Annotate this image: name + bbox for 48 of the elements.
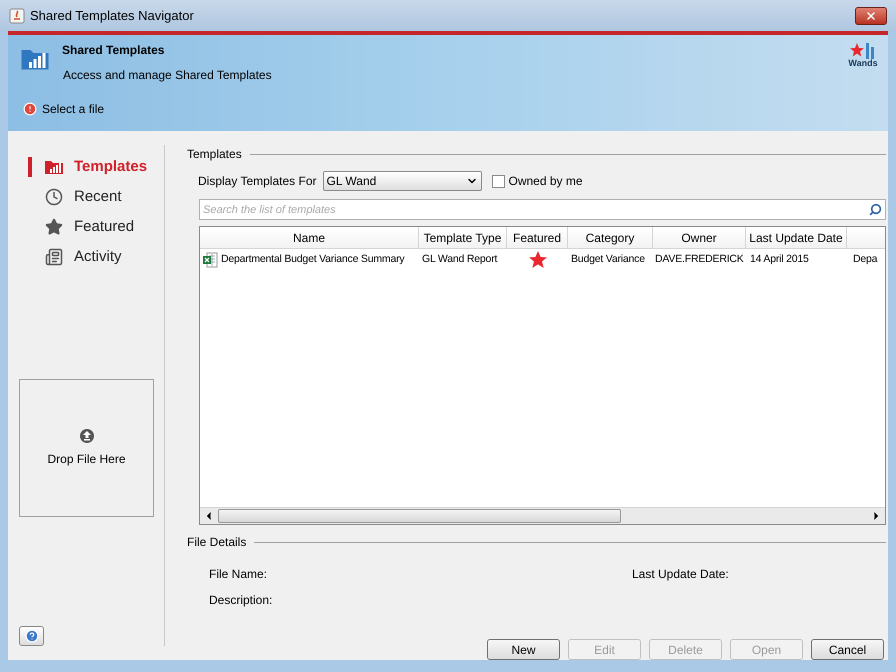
close-icon <box>865 10 877 22</box>
error-icon <box>23 102 37 116</box>
owned-label: Owned by me <box>508 173 583 190</box>
last-update-label: Last Update Date: <box>632 566 729 583</box>
status-message: Select a file <box>42 101 104 118</box>
header-subtitle: Access and manage Shared Templates <box>63 67 272 84</box>
column-header[interactable]: Featured <box>507 227 568 248</box>
description-label: Description: <box>209 592 274 609</box>
section-legend: Templates <box>187 145 242 163</box>
folder-chart-icon <box>44 158 64 176</box>
section-legend: File Details <box>187 533 246 551</box>
nav-item[interactable]: Templates <box>28 157 164 177</box>
drop-label: Drop File Here <box>47 451 126 468</box>
nav-item[interactable]: Activity <box>28 247 164 267</box>
column-header[interactable]: Name <box>200 227 419 248</box>
filter-label: Display Templates For <box>198 173 316 190</box>
upload-icon <box>78 428 94 444</box>
owned-checkbox[interactable] <box>492 174 504 188</box>
dialog-button[interactable]: New <box>487 639 560 660</box>
close-button[interactable] <box>855 6 887 24</box>
window-title: Shared Templates Navigator <box>30 6 194 25</box>
table-cell: DAVE.FREDERICK <box>655 253 744 266</box>
dialog-button[interactable]: Cancel <box>811 639 884 660</box>
table-cell: GL Wand Report <box>422 253 498 266</box>
table-cell: Depa <box>853 253 878 266</box>
list-icon <box>44 248 64 266</box>
file-name-label: File Name: <box>209 566 268 583</box>
column-header[interactable]: Last Update Date <box>746 227 847 248</box>
header-title: Shared Templates <box>62 42 166 59</box>
table-cell-text: Departmental Budget Variance Summary <box>221 252 404 268</box>
table-cell: 14 April 2015 <box>750 253 809 266</box>
clock-icon <box>44 188 64 206</box>
column-header[interactable]: Template Type <box>419 227 507 248</box>
table-cell: Budget Variance <box>571 253 645 266</box>
app-icon <box>9 8 25 24</box>
nav-item[interactable]: Recent <box>28 187 164 207</box>
search-icon <box>869 203 882 216</box>
column-header[interactable]: Category <box>568 227 653 248</box>
logo-text: Wands <box>848 59 878 68</box>
spreadsheet-icon <box>202 252 218 268</box>
star-icon <box>44 218 64 236</box>
column-header[interactable]: Owner <box>653 227 746 248</box>
template-dropdown[interactable]: GL Wand <box>322 171 482 191</box>
help-button[interactable] <box>19 626 44 646</box>
help-icon <box>24 629 38 643</box>
drop-zone[interactable]: Drop File Here <box>19 379 154 517</box>
search-field[interactable]: Search the list of templates <box>199 199 886 220</box>
nav-item[interactable]: Featured <box>28 217 164 237</box>
